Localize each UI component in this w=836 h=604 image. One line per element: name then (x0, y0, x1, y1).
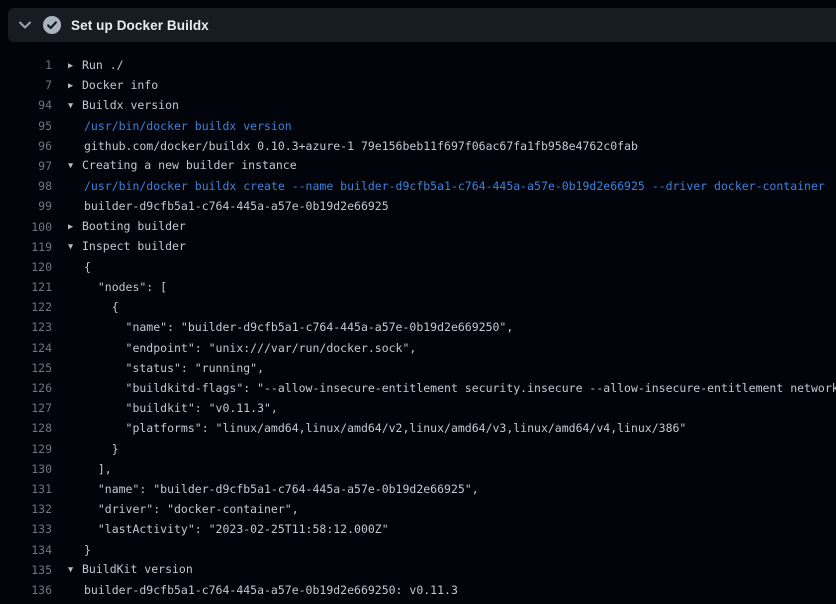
log-line: 134} (0, 540, 836, 560)
log-line: 130 ], (0, 459, 836, 479)
log-line: 129 } (0, 439, 836, 459)
line-number[interactable]: 99 (0, 196, 52, 216)
step-title: Set up Docker Buildx (71, 18, 209, 33)
group-label: Docker info (82, 78, 158, 92)
log-line: 128 "platforms": "linux/amd64,linux/amd6… (0, 418, 836, 438)
output-text: builder-d9cfb5a1-c764-445a-a57e-0b19d2e6… (68, 580, 458, 600)
output-text: "endpoint": "unix:///var/run/docker.sock… (68, 338, 416, 358)
log-line: 125 "status": "running", (0, 358, 836, 378)
log-group-line[interactable]: 135 ▼BuildKit version (0, 560, 836, 580)
line-number[interactable]: 96 (0, 136, 52, 156)
log-line: 124 "endpoint": "unix:///var/run/docker.… (0, 338, 836, 358)
line-number[interactable]: 1 (0, 55, 52, 75)
log-group-line[interactable]: 100 ▶Booting builder (0, 217, 836, 237)
output-text: "status": "running", (68, 358, 264, 378)
line-number[interactable]: 131 (0, 479, 52, 499)
log-line: 99 builder-d9cfb5a1-c764-445a-a57e-0b19d2… (0, 196, 836, 216)
log-line: 123 "name": "builder-d9cfb5a1-c764-445a-… (0, 317, 836, 337)
step-header[interactable]: Set up Docker Buildx (8, 8, 836, 42)
log-line: 122 { (0, 297, 836, 317)
line-number[interactable]: 135 (0, 560, 52, 580)
line-number[interactable]: 95 (0, 116, 52, 136)
log-line: 133 "lastActivity": "2023-02-25T11:58:12… (0, 519, 836, 539)
command-text: /usr/bin/docker buildx create --name bui… (68, 176, 825, 196)
output-text: "buildkit": "v0.11.3", (68, 398, 278, 418)
log-line: 121 "nodes": [ (0, 277, 836, 297)
output-text: { (68, 257, 91, 277)
log-group-line[interactable]: 1 ▶Run ./ (0, 55, 836, 75)
output-text: { (68, 297, 119, 317)
output-text: } (68, 439, 119, 459)
line-number[interactable]: 134 (0, 540, 52, 560)
log-line: 96 github.com/docker/buildx 0.10.3+azure-… (0, 136, 836, 156)
output-text: } (68, 540, 91, 560)
line-number[interactable]: 97 (0, 156, 52, 176)
log-line: 126 "buildkitd-flags": "--allow-insecure… (0, 378, 836, 398)
group-label: Buildx version (82, 98, 179, 112)
output-text: ], (68, 459, 112, 479)
line-number[interactable]: 94 (0, 95, 52, 115)
line-number[interactable]: 127 (0, 398, 52, 418)
log-line: 95/usr/bin/docker buildx version (0, 116, 836, 136)
group-label: BuildKit version (82, 562, 193, 576)
output-text: "nodes": [ (68, 277, 167, 297)
log-line: 132 "driver": "docker-container", (0, 499, 836, 519)
chevron-down-icon[interactable] (17, 17, 33, 33)
caret-collapsed-icon[interactable]: ▶ (68, 217, 82, 237)
caret-collapsed-icon[interactable]: ▶ (68, 56, 82, 76)
line-number[interactable]: 7 (0, 75, 52, 95)
caret-collapsed-icon[interactable]: ▶ (68, 76, 82, 96)
output-text: github.com/docker/buildx 0.10.3+azure-1 … (68, 136, 638, 156)
caret-expanded-icon[interactable]: ▼ (68, 237, 82, 257)
caret-expanded-icon[interactable]: ▼ (68, 156, 82, 176)
caret-expanded-icon[interactable]: ▼ (68, 96, 82, 116)
output-text: "lastActivity": "2023-02-25T11:58:12.000… (68, 519, 389, 539)
group-label: Creating a new builder instance (82, 158, 297, 172)
line-number[interactable]: 121 (0, 277, 52, 297)
output-text: "platforms": "linux/amd64,linux/amd64/v2… (68, 418, 686, 438)
line-number[interactable]: 100 (0, 217, 52, 237)
line-number[interactable]: 122 (0, 297, 52, 317)
group-label: Inspect builder (82, 239, 186, 253)
line-number[interactable]: 132 (0, 499, 52, 519)
log-group-line[interactable]: 94 ▼Buildx version (0, 95, 836, 115)
output-text: "driver": "docker-container", (68, 499, 299, 519)
line-number[interactable]: 120 (0, 257, 52, 277)
line-number[interactable]: 133 (0, 519, 52, 539)
check-circle-icon (42, 15, 62, 35)
log-group-line[interactable]: 7 ▶Docker info (0, 75, 836, 95)
log-line: 136 builder-d9cfb5a1-c764-445a-a57e-0b19d… (0, 580, 836, 600)
log-group-line[interactable]: 97 ▼Creating a new builder instance (0, 156, 836, 176)
group-label: Booting builder (82, 219, 186, 233)
caret-expanded-icon[interactable]: ▼ (68, 560, 82, 580)
log-line: 127 "buildkit": "v0.11.3", (0, 398, 836, 418)
line-number[interactable]: 129 (0, 439, 52, 459)
line-number[interactable]: 123 (0, 317, 52, 337)
output-text: builder-d9cfb5a1-c764-445a-a57e-0b19d2e6… (68, 196, 389, 216)
log-line: 98/usr/bin/docker buildx create --name b… (0, 176, 836, 196)
line-number[interactable]: 130 (0, 459, 52, 479)
output-text: "buildkitd-flags": "--allow-insecure-ent… (68, 378, 836, 398)
log-line: 120 { (0, 257, 836, 277)
group-label: Run ./ (82, 58, 124, 72)
output-text: "name": "builder-d9cfb5a1-c764-445a-a57e… (68, 479, 479, 499)
line-number[interactable]: 136 (0, 580, 52, 600)
line-number[interactable]: 124 (0, 338, 52, 358)
line-number[interactable]: 126 (0, 378, 52, 398)
command-text: /usr/bin/docker buildx version (68, 116, 292, 136)
line-number[interactable]: 98 (0, 176, 52, 196)
log-line: 131 "name": "builder-d9cfb5a1-c764-445a-… (0, 479, 836, 499)
line-number[interactable]: 125 (0, 358, 52, 378)
line-number[interactable]: 119 (0, 237, 52, 257)
log-group-line[interactable]: 119 ▼Inspect builder (0, 237, 836, 257)
line-number[interactable]: 128 (0, 418, 52, 438)
output-text: "name": "builder-d9cfb5a1-c764-445a-a57e… (68, 317, 513, 337)
log-lines: 1▶Run ./7▶Docker info94▼Buildx version95… (0, 42, 836, 600)
